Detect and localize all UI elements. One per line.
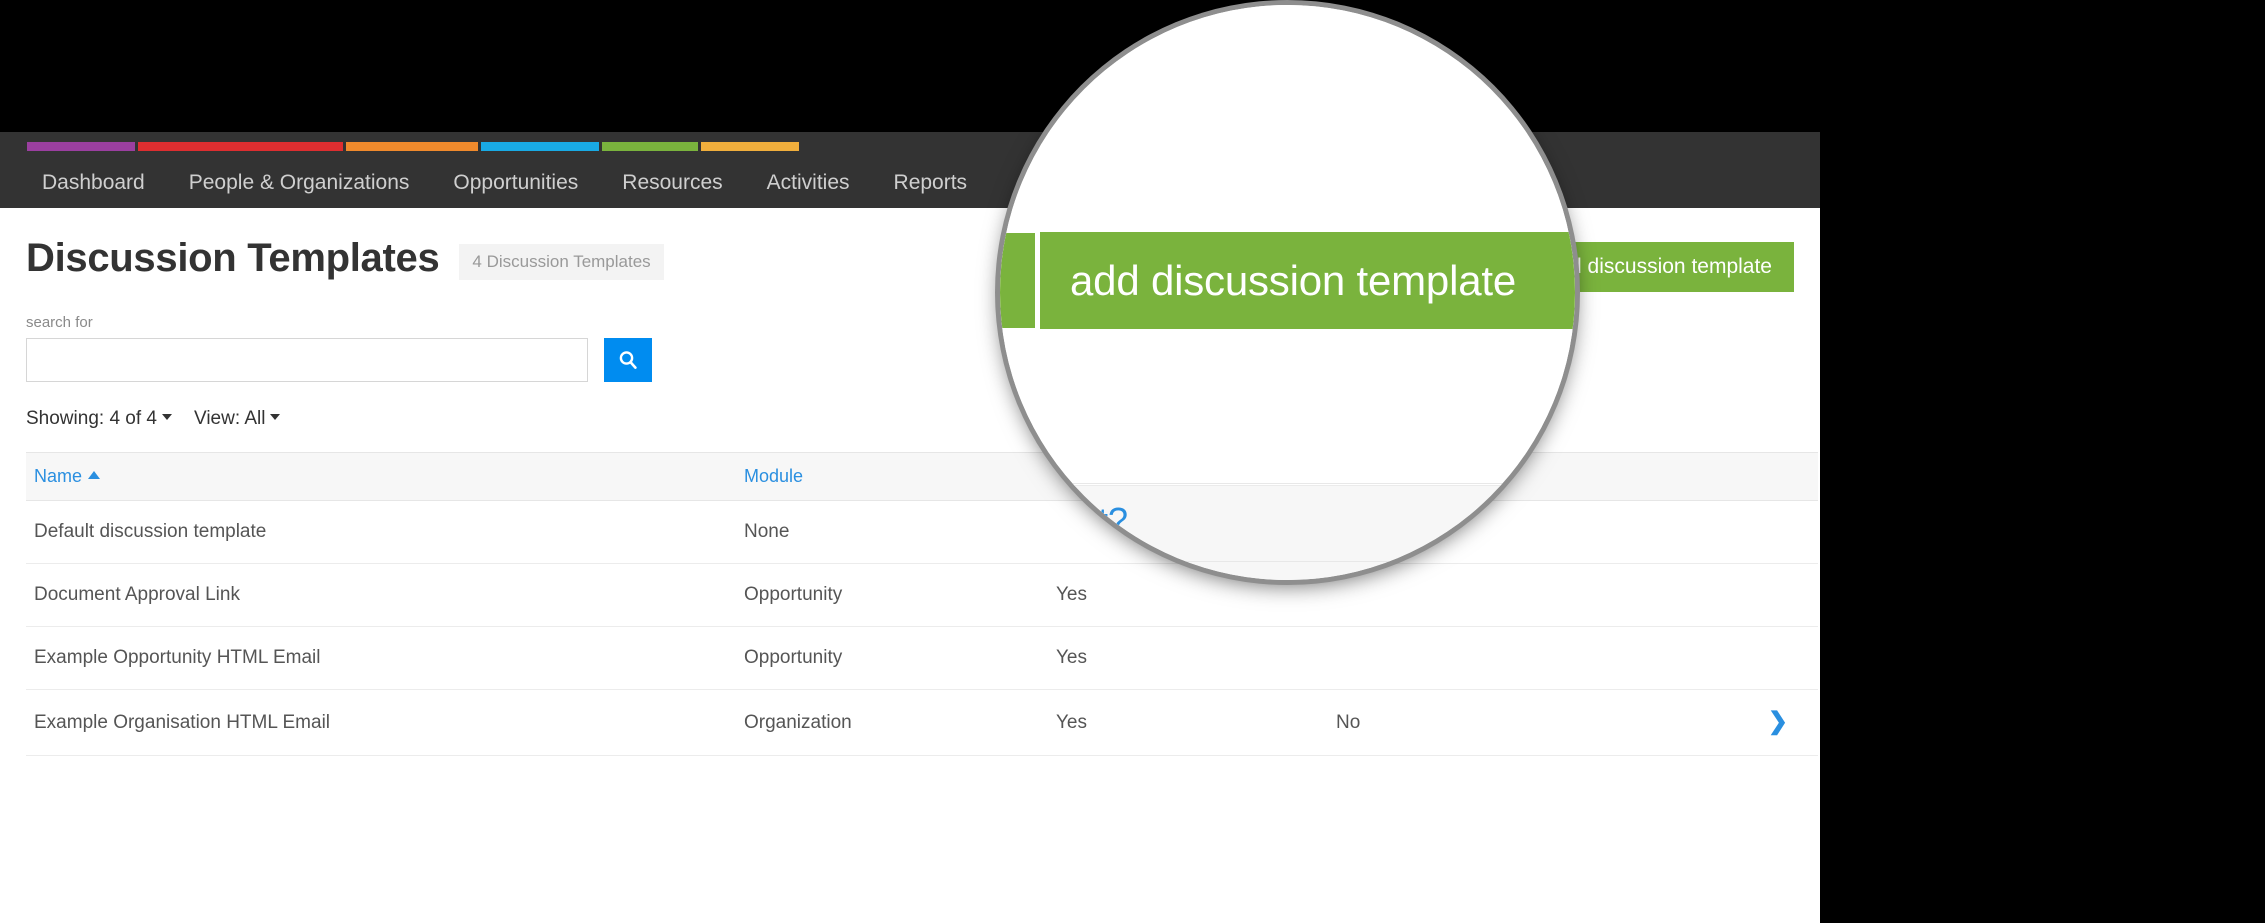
magnifier-lens: add discussion template lt? bbox=[1000, 5, 1575, 580]
black-right-margin bbox=[1820, 0, 2265, 923]
stripe-blue bbox=[481, 142, 599, 151]
cell-actions bbox=[1618, 500, 1818, 564]
nav-item-activities[interactable]: Activities bbox=[745, 158, 872, 208]
stripe-yellow bbox=[701, 142, 799, 151]
stripe-green bbox=[602, 142, 698, 151]
caret-down-icon bbox=[270, 413, 281, 420]
showing-label: Showing: 4 of 4 bbox=[26, 408, 157, 429]
nav-item-resources[interactable]: Resources bbox=[600, 158, 744, 208]
cell-actions bbox=[1618, 563, 1818, 627]
cell-actions[interactable]: ❯ bbox=[1618, 689, 1818, 756]
column-header-actions bbox=[1618, 452, 1818, 501]
showing-dropdown[interactable]: Showing: 4 of 4 bbox=[26, 408, 172, 430]
magnifier-lens-content: add discussion template lt? bbox=[1000, 5, 1575, 580]
caret-down-icon bbox=[161, 413, 172, 420]
magnified-default-link-text[interactable]: lt? bbox=[1090, 500, 1128, 542]
search-input[interactable] bbox=[26, 338, 588, 382]
column-header-name[interactable]: Name bbox=[26, 452, 736, 501]
main-nav: Dashboard People & Organizations Opportu… bbox=[0, 158, 989, 208]
nav-item-dashboard[interactable]: Dashboard bbox=[20, 158, 167, 208]
nav-item-reports[interactable]: Reports bbox=[872, 158, 990, 208]
stripe-orange bbox=[346, 142, 478, 151]
lens-row-divider bbox=[1000, 561, 1575, 562]
search-icon bbox=[617, 349, 639, 371]
sort-ascending-icon bbox=[88, 471, 101, 480]
table-row[interactable]: Example Opportunity HTML Email Opportuni… bbox=[26, 626, 1818, 690]
screenshot-root: Dashboard People & Organizations Opportu… bbox=[0, 0, 2265, 923]
stripe-red bbox=[138, 142, 343, 151]
chevron-down-icon[interactable]: ❯ bbox=[1768, 708, 1788, 735]
cell-name: Document Approval Link bbox=[26, 563, 736, 627]
nav-item-people-organizations[interactable]: People & Organizations bbox=[167, 158, 432, 208]
cell-default bbox=[1328, 626, 1618, 690]
cell-module: Organization bbox=[736, 689, 1048, 756]
lens-button-edge bbox=[1000, 233, 1035, 328]
record-count-badge: 4 Discussion Templates bbox=[459, 244, 664, 280]
view-label: View: All bbox=[193, 408, 266, 429]
cell-name: Example Opportunity HTML Email bbox=[26, 626, 736, 690]
table-row[interactable]: Example Organisation HTML Email Organiza… bbox=[26, 689, 1818, 756]
nav-item-opportunities[interactable]: Opportunities bbox=[431, 158, 600, 208]
cell-html: Yes bbox=[1048, 689, 1328, 756]
magnified-add-discussion-template-button[interactable]: add discussion template bbox=[1040, 232, 1575, 329]
stripe-purple bbox=[27, 142, 135, 151]
column-label-name: Name bbox=[34, 466, 83, 486]
search-submit-button[interactable] bbox=[604, 338, 652, 382]
cell-name: Example Organisation HTML Email bbox=[26, 689, 736, 756]
lens-row-divider bbox=[1000, 483, 1575, 484]
cell-default: No bbox=[1328, 689, 1618, 756]
cell-actions bbox=[1618, 626, 1818, 690]
view-dropdown[interactable]: View: All bbox=[193, 408, 281, 430]
lens-row-background bbox=[1000, 485, 1575, 580]
cell-module: Opportunity bbox=[736, 626, 1048, 690]
page-title: Discussion Templates bbox=[26, 236, 440, 280]
cell-html: Yes bbox=[1048, 626, 1328, 690]
cell-name: Default discussion template bbox=[26, 500, 736, 564]
